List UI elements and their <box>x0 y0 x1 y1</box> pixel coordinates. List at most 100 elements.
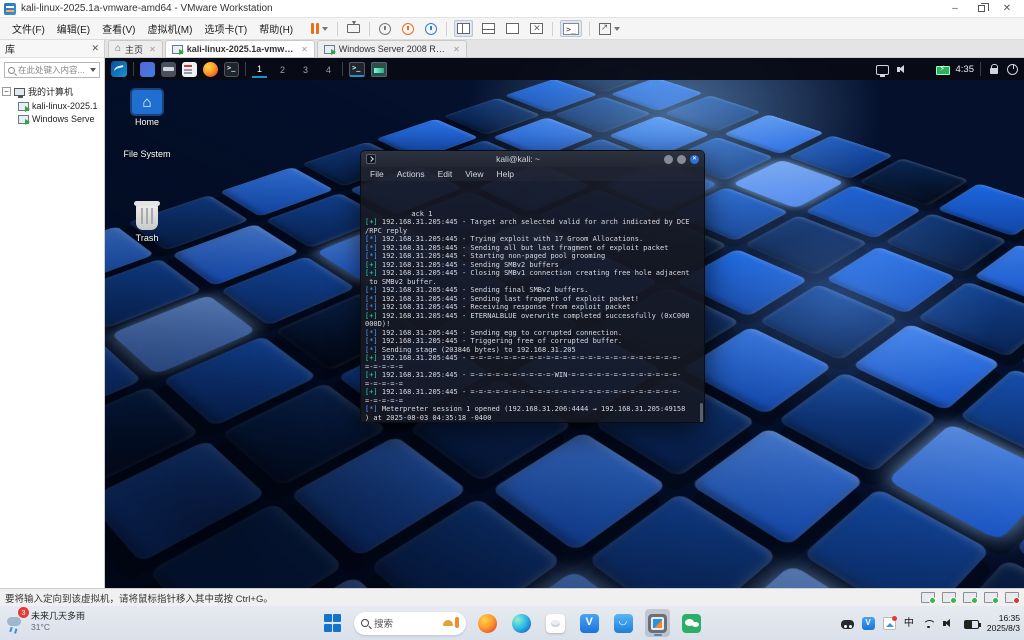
terminal-tag: [*] <box>365 303 378 311</box>
restore-button[interactable] <box>968 1 994 17</box>
weather-widget[interactable]: 3 未来几天多雨 31°C <box>6 606 85 632</box>
battery-icon[interactable] <box>935 64 950 75</box>
power-icon[interactable] <box>1007 64 1018 75</box>
file-manager-icon[interactable] <box>161 61 176 77</box>
workspace-4[interactable]: 4 <box>321 62 336 77</box>
terminal-maximize-button[interactable] <box>677 154 686 164</box>
vmware-icon <box>648 613 667 633</box>
photos-icon[interactable] <box>882 615 897 630</box>
search-dropdown-icon[interactable] <box>90 68 96 72</box>
terminal-menu-help[interactable]: Help <box>497 169 514 179</box>
snapshot-revert-button[interactable] <box>400 20 416 37</box>
unity-toggle[interactable] <box>528 20 545 37</box>
app-drawer-icon[interactable] <box>140 61 155 77</box>
snapshot-take-button[interactable] <box>377 20 393 37</box>
terminal-menu-file[interactable]: File <box>370 169 384 179</box>
desktop-icon-home[interactable]: ⌂ Home <box>111 90 183 127</box>
taskbar-app-qq[interactable] <box>543 609 568 637</box>
terminal-window[interactable]: kali@kali: ~ File Actions Edit View Help ack… <box>360 150 705 423</box>
tab-close-icon[interactable]: ✕ <box>301 45 308 54</box>
snapshot-manage-button[interactable] <box>423 20 439 37</box>
taskbar-app-edge[interactable] <box>509 609 534 637</box>
kali-menu-icon[interactable] <box>111 61 127 77</box>
workspace-1[interactable]: 1 <box>252 61 268 78</box>
controller-icon[interactable] <box>840 619 854 629</box>
menu-item-文件[interactable]: 文件(F) <box>6 23 51 38</box>
terminal-text: 192.168.31.205:445 - Closing SMBv1 conne… <box>377 269 690 277</box>
battery-icon[interactable] <box>963 619 981 629</box>
close-button[interactable]: ✕ <box>994 1 1020 17</box>
library-search-input[interactable]: 在此处键入内容... <box>4 62 100 78</box>
desktop-icon-filesystem[interactable]: File System <box>111 146 183 159</box>
terminal-text: 192.168.31.205:445 - =-=-=-=-=-=-=-=-=-=… <box>377 354 682 362</box>
docs-icon[interactable] <box>861 616 875 630</box>
ctrl-alt-del-button[interactable] <box>345 20 362 37</box>
taskbar-app-vmware[interactable] <box>645 609 670 637</box>
tab-kali-linux-2025.1a-vmware-...[interactable]: kali-linux-2025.1a-vmware-... ✕ <box>164 40 315 57</box>
tab-home[interactable]: ⌂ 主页 ✕ <box>108 40 163 57</box>
taskbar-app-store[interactable] <box>611 609 636 637</box>
taskbar-app-firefox[interactable] <box>475 609 500 637</box>
taskbar-app-docs[interactable] <box>577 609 602 637</box>
taskbar-search-input[interactable]: 搜索 <box>354 611 466 635</box>
display-scale-button[interactable] <box>597 20 622 37</box>
search-icon <box>361 619 369 627</box>
taskbar-window-monitor[interactable] <box>371 61 388 77</box>
pause-button[interactable] <box>309 20 330 37</box>
terminal-close-button[interactable] <box>690 154 699 164</box>
wifi-icon[interactable] <box>922 617 936 630</box>
console-pane-toggle[interactable] <box>480 20 497 37</box>
lock-icon[interactable] <box>987 63 1000 76</box>
taskbar-app-wechat[interactable] <box>679 609 704 637</box>
start-button[interactable] <box>320 609 345 637</box>
tab-strip: ⌂主页✕kali-linux-2025.1a-vmware-...✕Window… <box>105 40 1024 58</box>
menu-item-帮助[interactable]: 帮助(H) <box>253 23 299 38</box>
vm-display[interactable]: 1234 4:35 ⌂ Home File System Trash kali@kal… <box>105 58 1024 588</box>
panel-launchers <box>111 61 239 77</box>
volume-icon[interactable] <box>896 63 909 76</box>
terminal-output[interactable]: ack 1 [+] 192.168.31.205:445 - Target arc… <box>361 181 704 422</box>
tree-expander-icon[interactable]: − <box>2 87 11 96</box>
terminal-titlebar[interactable]: kali@kali: ~ <box>361 151 704 167</box>
terminal-minimize-button[interactable] <box>664 154 673 164</box>
terminal-launcher-icon[interactable] <box>224 61 239 77</box>
tab-close-icon[interactable]: ✕ <box>149 45 156 54</box>
tree-node-vm[interactable]: Windows Serve <box>18 114 102 125</box>
library-close-icon[interactable]: ✕ <box>91 43 99 54</box>
volume-icon[interactable] <box>942 617 956 630</box>
notifications-icon[interactable] <box>916 63 929 76</box>
menu-item-编辑[interactable]: 编辑(E) <box>51 23 96 38</box>
taskbar-window-terminal[interactable] <box>349 61 366 77</box>
tab-Windows Server 2008 R2 x64[interactable]: Windows Server 2008 R2 x64 ✕ <box>316 40 467 57</box>
menu-item-虚拟机[interactable]: 虚拟机(M) <box>141 23 198 38</box>
taskbar-clock[interactable]: 16:35 2025/8/3 <box>987 613 1020 633</box>
terminal-menu-actions[interactable]: Actions <box>397 169 425 179</box>
terminal-scrollbar[interactable] <box>700 403 703 422</box>
workspace-3[interactable]: 3 <box>298 62 313 77</box>
text-editor-icon[interactable] <box>182 61 197 77</box>
desktop-icon-trash[interactable]: Trash <box>111 201 183 243</box>
menu-item-查看[interactable]: 查看(V) <box>96 23 141 38</box>
terminal-menu-view[interactable]: View <box>465 169 483 179</box>
message-log-status-icon[interactable] <box>984 592 999 604</box>
menu-item-选项卡[interactable]: 选项卡(T) <box>198 23 253 38</box>
firefox-icon[interactable] <box>203 61 218 77</box>
minimize-button[interactable]: – <box>942 1 968 17</box>
usb-status-icon[interactable] <box>1005 592 1020 604</box>
terminal-text: 192.168.31.205:445 - Sending last fragme… <box>377 294 639 303</box>
tab-close-icon[interactable]: ✕ <box>453 45 460 54</box>
terminal-menu-edit[interactable]: Edit <box>438 169 453 179</box>
workspace-2[interactable]: 2 <box>275 62 290 77</box>
display-icon[interactable] <box>875 64 889 77</box>
network-adapter-status-icon[interactable] <box>942 592 957 604</box>
tree-node-my-computer[interactable]: − 我的计算机 <box>2 85 102 98</box>
sound-status-icon[interactable] <box>963 592 978 604</box>
hard-disk-status-icon[interactable] <box>921 592 936 604</box>
console-view-button[interactable]: >_ <box>560 20 582 37</box>
terminal-line: [*] 192.168.31.205:445 - Sending final S… <box>365 286 700 295</box>
tree-node-vm[interactable]: kali-linux-2025.1 <box>18 101 102 112</box>
library-pane-toggle[interactable] <box>454 20 474 37</box>
chevron-up-icon[interactable] <box>820 617 833 630</box>
fullscreen-toggle[interactable] <box>504 20 521 37</box>
ime-indicator[interactable]: 中 <box>904 617 914 630</box>
